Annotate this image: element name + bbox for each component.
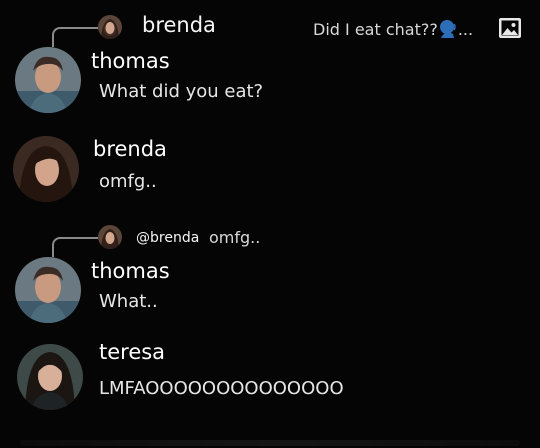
reply-connector	[52, 237, 98, 257]
author-name[interactable]: thomas	[91, 259, 170, 283]
reply-preview-trail: ...	[457, 20, 474, 39]
message-brenda[interactable]: brenda omfg..	[0, 120, 540, 210]
reply-author[interactable]: @brenda	[136, 230, 199, 246]
avatar-thomas[interactable]	[15, 257, 81, 323]
chat-view: brenda Did I eat chat??... thomas What d…	[0, 0, 540, 448]
avatar-teresa[interactable]	[17, 344, 83, 410]
speaking-head-icon	[439, 20, 456, 38]
avatar-thomas[interactable]	[15, 47, 81, 113]
message-text: omfg..	[99, 171, 157, 192]
message-thomas-1[interactable]: brenda Did I eat chat??... thomas What d…	[0, 0, 540, 120]
reply-preview-text[interactable]: omfg..	[209, 228, 260, 247]
image-icon[interactable]	[498, 17, 522, 39]
author-name[interactable]: brenda	[93, 137, 167, 161]
author-name[interactable]: thomas	[91, 49, 170, 73]
author-name[interactable]: teresa	[99, 340, 165, 364]
reply-preview[interactable]: Did I eat chat??...	[313, 18, 473, 39]
avatar-brenda[interactable]	[13, 136, 79, 202]
message-text: What did you eat?	[99, 81, 264, 102]
message-text: What..	[99, 291, 158, 312]
reply-avatar-brenda[interactable]	[98, 225, 122, 249]
reply-preview-text: Did I eat chat??	[313, 20, 438, 39]
reply-author[interactable]: brenda	[142, 13, 216, 37]
message-thomas-2[interactable]: @brenda omfg.. thomas What..	[0, 215, 540, 335]
input-bar-edge	[20, 440, 520, 446]
reply-connector	[52, 27, 98, 47]
message-teresa[interactable]: teresa LMFAOOOOOOOOOOOOOO	[0, 330, 540, 430]
reply-avatar-brenda[interactable]	[98, 15, 122, 39]
message-text: LMFAOOOOOOOOOOOOOO	[99, 378, 344, 399]
